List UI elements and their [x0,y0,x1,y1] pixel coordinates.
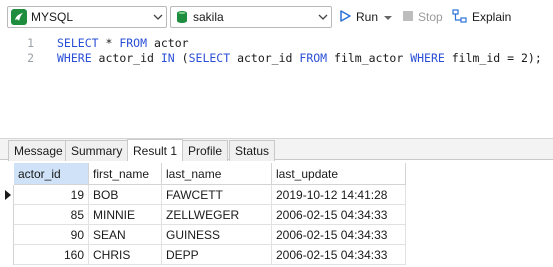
cell-last-update[interactable]: 2006-02-15 04:34:33 [272,225,406,245]
cell-actor-id[interactable]: 85 [14,205,89,225]
code-token: film_actor [327,51,411,65]
cell-last-name[interactable]: DEPP [162,245,272,265]
code-token: film_id = [444,51,521,65]
cell-actor-id[interactable]: 19 [14,185,89,205]
tab-label: Profile [188,144,223,158]
cell-last-update[interactable]: 2006-02-15 04:34:33 [272,245,406,265]
code-token: ); [527,51,542,65]
stop-icon [402,10,414,25]
code-token: actor_id [230,51,300,65]
database-name: sakila [193,10,224,24]
line-number: 1 [27,36,34,50]
result-tabs: Message Summary Result 1 Profile Status [0,138,553,161]
column-header-last-name[interactable]: last_name [162,163,272,185]
mysql-icon [11,9,27,25]
tab-result-1[interactable]: Result 1 [127,139,184,161]
line-number: 2 [27,51,34,65]
database-select[interactable]: sakila [170,6,332,28]
code-token: * [98,36,120,50]
column-header-first-name[interactable]: first_name [89,163,162,185]
cell-last-name[interactable]: GUINESS [162,225,272,245]
toolbar: MYSQL sakila Run Stop Explain [0,0,553,34]
tab-label: Message [14,144,63,158]
explain-label: Explain [472,10,512,24]
caret-down-icon [384,10,392,24]
keyword: IN [160,51,175,65]
run-options-button[interactable] [384,6,392,28]
database-icon [175,9,189,25]
cell-last-name[interactable]: ZELLWEGER [162,205,272,225]
explain-button[interactable]: Explain [452,6,511,28]
cell-actor-id[interactable]: 160 [14,245,89,265]
column-header-last-update[interactable]: last_update [272,163,406,185]
cell-first-name[interactable]: MINNIE [89,205,162,225]
line-gutter: 1 2 [0,34,38,132]
chevron-down-icon[interactable] [315,7,331,27]
table-row[interactable]: 85 MINNIE ZELLWEGER 2006-02-15 04:34:33 [14,205,406,225]
cell-actor-id[interactable]: 90 [14,225,89,245]
connection-name: MYSQL [31,10,74,24]
chevron-down-icon[interactable] [150,7,166,27]
keyword: SELECT [188,51,231,65]
sql-editor[interactable]: 1 2 SELECT * FROM actor WHERE actor_id I… [0,34,553,132]
keyword: FROM [299,51,328,65]
row-indicator-column [0,185,14,265]
keyword: SELECT [57,36,99,50]
keyword: FROM [119,36,148,50]
number-literal: 2 [520,51,528,65]
column-header-actor-id[interactable]: actor_id [14,163,89,185]
code-line-2: WHERE actor_id IN (SELECT actor_id FROM … [57,51,542,65]
code-token: actor_id [91,51,161,65]
run-label: Run [356,10,379,24]
current-row-icon [5,190,11,200]
code-token: actor [147,36,189,50]
code-token: ( [174,51,189,65]
cell-last-update[interactable]: 2006-02-15 04:34:33 [272,205,406,225]
result-grid[interactable]: actor_id first_name last_name last_updat… [0,163,553,267]
stop-button[interactable]: Stop [402,6,443,28]
tab-status[interactable]: Status [229,140,276,161]
tab-profile[interactable]: Profile [182,140,229,161]
table-row[interactable]: 90 SEAN GUINESS 2006-02-15 04:34:33 [14,225,406,245]
keyword: WHERE [410,51,445,65]
code-line-1: SELECT * FROM actor [57,36,189,50]
cell-first-name[interactable]: SEAN [89,225,162,245]
table-row[interactable]: 19 BOB FAWCETT 2019-10-12 14:41:28 [14,185,406,205]
play-icon [338,9,352,26]
run-button[interactable]: Run [338,6,378,28]
cell-last-name[interactable]: FAWCETT [162,185,272,205]
tab-summary[interactable]: Summary [65,140,129,161]
tab-label: Result 1 [133,143,178,158]
tab-label: Status [235,144,270,158]
tab-message[interactable]: Message [8,140,69,161]
grid-header: actor_id first_name last_name last_updat… [14,163,406,185]
cell-last-update[interactable]: 2019-10-12 14:41:28 [272,185,406,205]
stop-label: Stop [418,10,443,24]
keyword: WHERE [57,51,92,65]
connection-select[interactable]: MYSQL [7,6,167,28]
explain-icon [452,8,468,26]
cell-first-name[interactable]: BOB [89,185,162,205]
table-row[interactable]: 160 CHRIS DEPP 2006-02-15 04:34:33 [14,245,406,265]
cell-first-name[interactable]: CHRIS [89,245,162,265]
tab-label: Summary [71,144,123,158]
